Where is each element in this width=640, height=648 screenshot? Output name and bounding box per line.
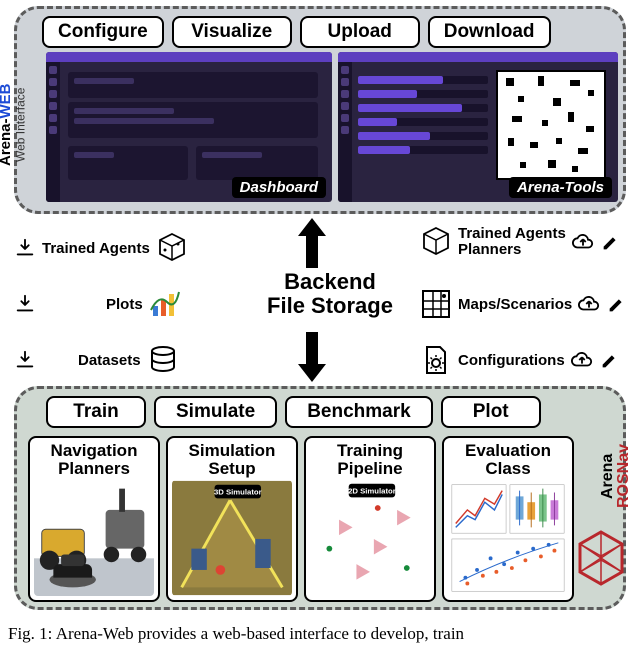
configure-button[interactable]: Configure [42, 16, 164, 48]
svg-text:2D Simulator: 2D Simulator [348, 486, 396, 495]
cloud-upload-icon [572, 231, 594, 253]
benchmark-button[interactable]: Benchmark [285, 396, 433, 428]
arena-web-vertical-label: Arena-WEB Web Interface [0, 45, 30, 205]
agents-cube-icon [156, 232, 188, 264]
dl-plots: Plots [14, 288, 181, 320]
ul-trained-agents-planners: Trained AgentsPlanners [420, 226, 622, 258]
sim2d-image: 2D Simulator [310, 480, 430, 596]
agents-cube-icon [420, 226, 452, 258]
download-icon [14, 237, 36, 259]
map-grid-icon [420, 288, 452, 320]
card-evaluation-class: EvaluationClass [442, 436, 574, 602]
cloud-upload-icon [571, 349, 593, 371]
ul-maps-scenarios: Maps/Scenarios [420, 288, 628, 320]
config-doc-icon [420, 344, 452, 376]
database-icon [147, 344, 179, 376]
bottom-button-row: Train Simulate Benchmark Plot [46, 396, 541, 428]
ul-configurations: Configurations [420, 344, 621, 376]
download-icon [14, 349, 36, 371]
visualize-button[interactable]: Visualize [172, 16, 292, 48]
download-icon [14, 293, 36, 315]
download-button[interactable]: Download [428, 16, 551, 48]
edit-icon [599, 349, 621, 371]
svg-text:3D Simulator: 3D Simulator [214, 487, 262, 496]
upload-button[interactable]: Upload [300, 16, 420, 48]
arena-tools-screenshot: Arena-Tools [338, 52, 618, 202]
arena-tools-label: Arena-Tools [509, 177, 612, 198]
figure-caption: Fig. 1: Arena-Web provides a web-based i… [8, 624, 628, 644]
top-button-row: Configure Visualize Upload Download [42, 16, 551, 48]
edit-icon [600, 231, 622, 253]
robots-image [34, 480, 154, 596]
edit-icon [606, 293, 628, 315]
cloud-upload-icon [578, 293, 600, 315]
eval-plots-image [448, 480, 568, 596]
arrow-up-icon [296, 216, 328, 270]
backend-title: BackendFile Storage [240, 270, 420, 318]
card-simulation-setup: SimulationSetup 3D Simulator [166, 436, 298, 602]
arena-rosnav-vertical-label: ArenaROSNav [600, 444, 632, 508]
dashboard-label: Dashboard [232, 177, 326, 198]
dl-trained-agents: Trained Agents [14, 232, 188, 264]
train-button[interactable]: Train [46, 396, 146, 428]
plots-chart-icon [149, 288, 181, 320]
card-training-pipeline: TrainingPipeline 2D Simulator [304, 436, 436, 602]
sim3d-image: 3D Simulator [172, 480, 292, 596]
map-preview [496, 70, 606, 180]
dl-datasets: Datasets [14, 344, 179, 376]
card-navigation-planners: NavigationPlanners [28, 436, 160, 602]
simulate-button[interactable]: Simulate [154, 396, 277, 428]
dashboard-screenshot: Dashboard [46, 52, 332, 202]
rosnav-hex-icon [576, 530, 626, 586]
plot-button[interactable]: Plot [441, 396, 541, 428]
arrow-down-icon [296, 330, 328, 384]
